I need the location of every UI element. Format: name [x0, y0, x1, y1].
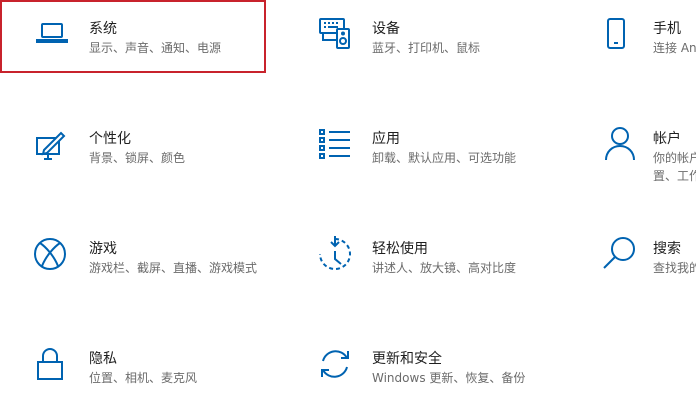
person-icon: [600, 124, 640, 164]
tile-title: 应用: [372, 131, 400, 147]
tile-title: 游戏: [89, 241, 117, 257]
xbox-icon: [30, 234, 70, 274]
settings-tile-update-security[interactable]: 更新和安全 Windows 更新、恢复、备份: [305, 340, 575, 400]
settings-tile-devices[interactable]: 设备 蓝牙、打印机、鼠标: [305, 8, 575, 68]
tile-description: 查找我的: [653, 261, 696, 275]
tile-title: 搜索: [653, 241, 681, 257]
tile-description: 位置、相机、麦克风: [89, 371, 198, 385]
ease-of-access-icon: [315, 234, 355, 274]
tile-title: 个性化: [89, 131, 131, 147]
laptop-icon: [32, 13, 72, 53]
settings-tile-ease-of-access[interactable]: 轻松使用 讲述人、放大镜、高对比度: [305, 230, 575, 290]
settings-tile-phone[interactable]: 手机 连接 Andr: [596, 8, 696, 68]
search-icon: [600, 234, 640, 274]
apps-list-icon: [315, 124, 355, 164]
settings-tile-system[interactable]: 系统 显示、声音、通知、电源: [0, 0, 266, 73]
devices-icon: [315, 14, 355, 54]
phone-icon: [596, 14, 636, 54]
tile-title: 帐户: [653, 131, 681, 147]
tile-description: 显示、声音、通知、电源: [89, 41, 222, 55]
tile-description: 游戏栏、截屏、直播、游戏模式: [89, 261, 258, 275]
settings-tile-privacy[interactable]: 隐私 位置、相机、麦克风: [26, 340, 286, 400]
tile-description-line-2: 置、工作: [653, 169, 696, 183]
tile-description-line-1: 你的帐户、: [653, 151, 696, 165]
tile-title: 更新和安全: [372, 351, 442, 367]
settings-tile-gaming[interactable]: 游戏 游戏栏、截屏、直播、游戏模式: [26, 230, 286, 290]
tile-title: 轻松使用: [372, 241, 428, 257]
tile-title: 系统: [89, 21, 117, 37]
tile-title: 设备: [372, 21, 400, 37]
tile-description: Windows 更新、恢复、备份: [372, 371, 526, 385]
tile-title: 手机: [653, 21, 681, 37]
tile-description: 背景、锁屏、颜色: [89, 151, 186, 165]
tile-title: 隐私: [89, 351, 117, 367]
tile-description: 蓝牙、打印机、鼠标: [372, 41, 481, 55]
settings-tile-accounts[interactable]: 帐户 你的帐户、 置、工作: [596, 120, 696, 190]
settings-tile-search[interactable]: 搜索 查找我的: [596, 230, 696, 290]
lock-icon: [30, 344, 70, 384]
tile-description: 连接 Andr: [653, 41, 696, 55]
sync-icon: [315, 344, 355, 384]
personalization-icon: [30, 126, 70, 166]
tile-description: 讲述人、放大镜、高对比度: [372, 261, 517, 275]
settings-tile-personalization[interactable]: 个性化 背景、锁屏、颜色: [26, 120, 286, 180]
tile-description: 卸载、默认应用、可选功能: [372, 151, 517, 165]
settings-tile-apps[interactable]: 应用 卸载、默认应用、可选功能: [305, 120, 575, 180]
